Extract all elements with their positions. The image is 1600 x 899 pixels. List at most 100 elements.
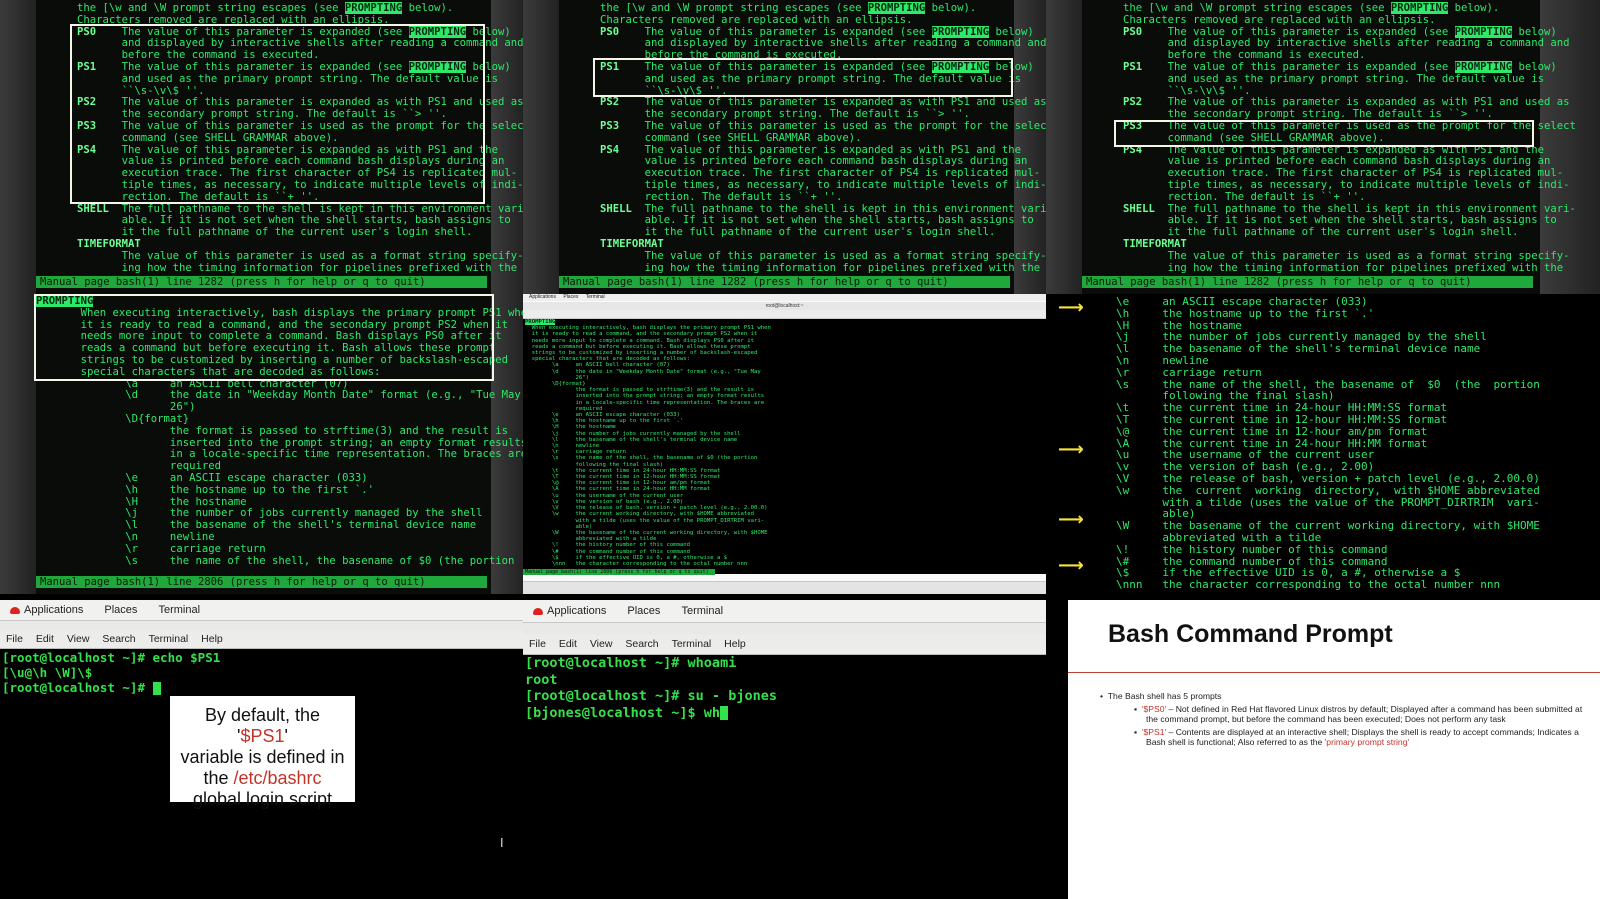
taskbar <box>523 581 1046 594</box>
man-line: PS1 The value of this parameter is expan… <box>1123 60 1557 73</box>
menu-edit[interactable]: Edit <box>36 630 54 648</box>
man-line: \r carriage return <box>1116 365 1262 379</box>
terminal-window-su: Applications Places Terminal File Edit V… <box>523 600 1046 899</box>
man-line: \h the hostname up to the first `.' <box>1116 306 1375 320</box>
title-divider <box>1068 672 1600 673</box>
window-menubar: File Edit View Search Terminal Help <box>0 630 523 649</box>
highlight-box-ps1 <box>593 58 1013 97</box>
menu-view[interactable]: View <box>67 630 90 648</box>
mini-terminal[interactable]: PROMPTING When executing interactively, … <box>523 319 1046 574</box>
places-menu[interactable]: Places <box>563 294 578 300</box>
screen-bezel-left <box>523 0 559 294</box>
man-line: TIMEFORMAT <box>77 237 141 250</box>
menu-help[interactable]: Help <box>201 630 223 648</box>
sub-bullet-ps0: ▪ '$PS0' – Not defined in Red Hat flavor… <box>1134 703 1583 725</box>
applications-menu[interactable]: Applications <box>529 294 556 300</box>
man-line: \n newline <box>1116 353 1209 367</box>
man-line: \! the history number of this command <box>1116 542 1388 556</box>
menu-view[interactable]: View <box>590 634 613 654</box>
screen-bezel-left <box>0 0 36 294</box>
man-line: \h the hostname up to the first `.' <box>36 483 375 496</box>
terminal-prompt-line: [bjones@localhost ~]$ wh <box>525 705 1046 722</box>
terminal-line: [root@localhost ~]# echo $PS1 <box>2 650 221 665</box>
callout-line: global login script <box>192 789 333 809</box>
applications-menu[interactable]: Applications <box>10 600 83 620</box>
man-line: \D{format} <box>36 412 190 425</box>
man-line: PS3 The value of this parameter is used … <box>600 119 1046 132</box>
man-line: The value of this parameter is used as a… <box>600 249 1046 262</box>
man-line: rection. The default is ``+ ''. <box>1123 190 1366 203</box>
mouse-cursor-icon: Ⅰ <box>500 836 504 850</box>
man-line: abbreviated with a tilde <box>1116 530 1322 544</box>
menu-file[interactable]: File <box>6 630 23 648</box>
callout-line: variable is defined in <box>180 747 345 767</box>
man-line: \e an ASCII escape character (033) <box>36 471 368 484</box>
terminal-line: [root@localhost ~]# whoami <box>525 655 737 671</box>
redhat-icon <box>533 607 543 615</box>
man-status-line: Manual page bash(1) line 2806 (press h f… <box>36 576 487 588</box>
man-text: the [\w and \W prompt string escapes (se… <box>600 2 1046 274</box>
man-page-panel-escape-list: \e an ASCII escape character (033) \h the… <box>1046 294 1600 600</box>
man-line: the format is passed to strftime(3) and … <box>36 424 508 437</box>
man-line: TIMEFORMAT <box>1123 237 1187 250</box>
man-status-line: Manual page bash(1) line 1282 (press h f… <box>559 276 1010 288</box>
desktop-topbar: Applications Places Terminal <box>523 600 1046 623</box>
man-line: ing how the timing information for pipel… <box>600 261 1041 274</box>
man-line: \n newline <box>36 530 215 543</box>
redhat-icon <box>10 606 20 614</box>
man-page-panel-ps3-highlight: the [\w and \W prompt string escapes (se… <box>1046 0 1600 294</box>
terminal-line: root <box>525 671 558 688</box>
man-line: The value of this parameter is used as a… <box>1123 249 1570 262</box>
man-page-panel-prompting: PROMPTING When executing interactively, … <box>0 294 523 594</box>
sub-bullet-ps1: ▪ '$PS1' – Contents are displayed at an … <box>1134 726 1579 748</box>
desktop-terminal-zoomed-out: Applications Places Terminal root@localh… <box>523 294 1046 594</box>
man-line: \r carriage return <box>36 542 266 555</box>
slide-title: Bash Command Prompt <box>1108 620 1393 648</box>
terminal-menu[interactable]: Terminal <box>586 294 605 300</box>
arrow-icon: ⟶ <box>1058 509 1084 530</box>
terminal-app-menu[interactable]: Terminal <box>681 600 723 622</box>
terminal-line: [root@localhost ~]# su - bjones <box>525 688 777 704</box>
presentation-slide: Bash Command Prompt • The Bash shell has… <box>1068 600 1600 899</box>
man-status-line: Manual page bash(1) line 2806 (press h f… <box>523 569 715 575</box>
man-line: \s the name of the shell, the basename o… <box>36 554 515 567</box>
man-line: it the full pathname of the current user… <box>1123 226 1519 239</box>
menu-edit[interactable]: Edit <box>559 634 577 654</box>
callout-note: By default, the '$PS1' variable is defin… <box>170 696 355 809</box>
menu-search[interactable]: Search <box>102 630 135 648</box>
menu-terminal[interactable]: Terminal <box>149 630 189 648</box>
man-text: \e an ASCII escape character (033) \h the… <box>1116 296 1600 591</box>
desktop-topbar: Applications Places Terminal <box>0 600 523 621</box>
text-cursor <box>720 705 729 720</box>
terminal-output[interactable]: [root@localhost ~]# whoami root [root@loca… <box>523 655 1046 899</box>
man-status-line: Manual page bash(1) line 1282 (press h f… <box>36 276 487 288</box>
man-line: and used as the primary prompt string. T… <box>1123 72 1544 85</box>
arrow-icon: ⟶ <box>1058 555 1084 576</box>
man-line: \T the current time in 12-hour HH:MM:SS … <box>1116 412 1448 426</box>
man-line: \V the release of bash, version + patch … <box>1116 471 1540 485</box>
man-line: it the full pathname of the current user… <box>77 226 473 239</box>
man-status-line: Manual page bash(1) line 1282 (press h f… <box>1082 276 1533 288</box>
screen-bezel-left <box>1046 0 1082 294</box>
man-line: it the full pathname of the current user… <box>600 226 996 239</box>
highlight-box-ps3 <box>1114 120 1534 147</box>
places-menu[interactable]: Places <box>104 600 137 620</box>
man-line: TIMEFORMAT <box>600 237 664 250</box>
window-menubar <box>523 310 1046 319</box>
man-line: command (see SHELL GRAMMAR above). <box>600 131 862 144</box>
menu-file[interactable]: File <box>529 634 546 654</box>
window-menubar: File Edit View Search Terminal Help <box>523 634 1046 655</box>
menu-search[interactable]: Search <box>625 634 658 654</box>
highlight-box-ps-block <box>70 24 485 204</box>
slide-body: • The Bash shell has 5 prompts ▪ '$PS0' … <box>1100 691 1592 748</box>
man-page-panel-ps1-highlight: the [\w and \W prompt string escapes (se… <box>523 0 1046 294</box>
terminal-line: [\u@\h \W]\$ <box>2 665 93 680</box>
menu-help[interactable]: Help <box>724 634 746 654</box>
places-menu[interactable]: Places <box>627 600 660 622</box>
terminal-prompt-line: [root@localhost ~]# <box>2 680 523 695</box>
man-line: \nnn the character corresponding to the … <box>525 560 748 567</box>
applications-menu[interactable]: Applications <box>533 600 606 622</box>
man-line: \w the current working directory, with $… <box>1116 483 1540 497</box>
terminal-app-menu[interactable]: Terminal <box>158 600 200 620</box>
menu-terminal[interactable]: Terminal <box>672 634 712 654</box>
